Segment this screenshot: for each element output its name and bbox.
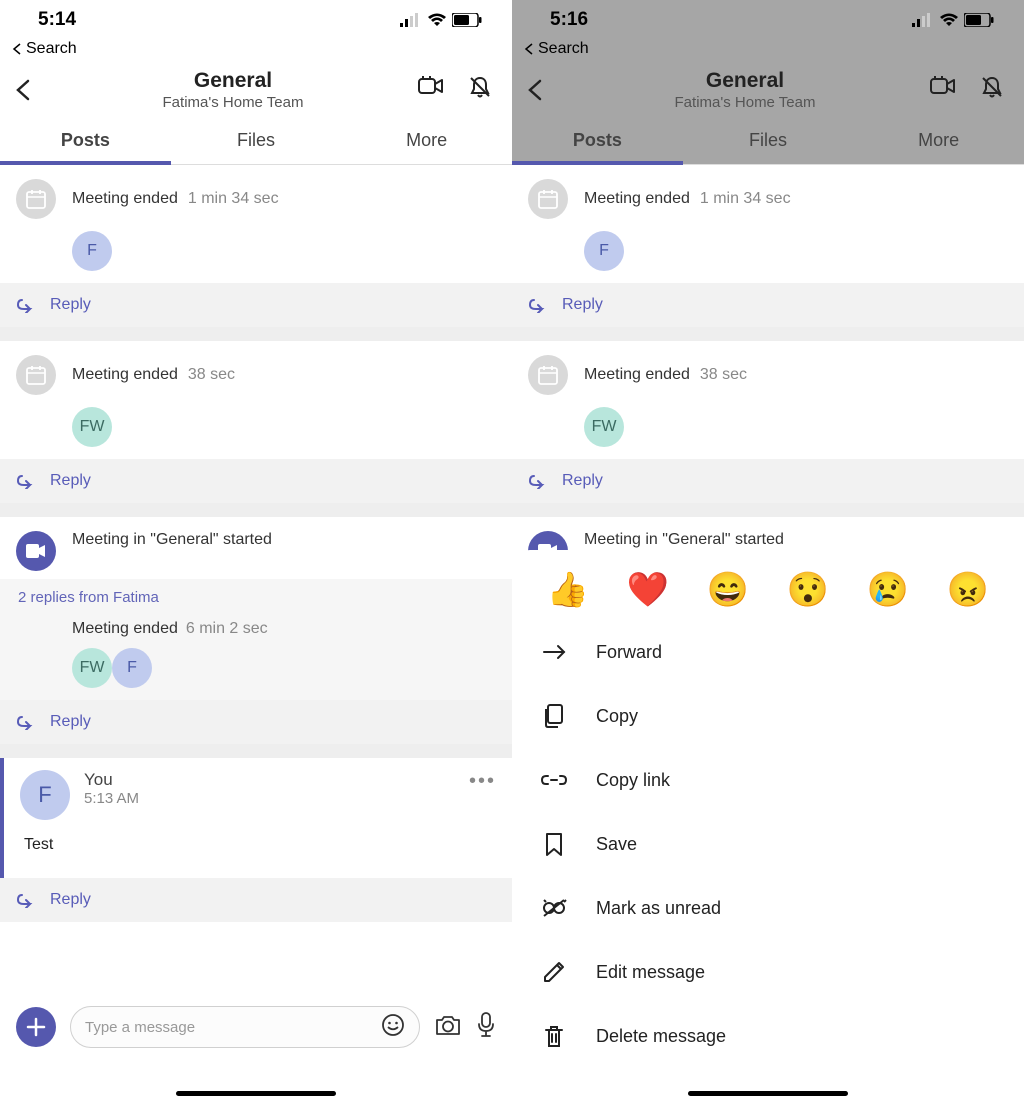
- posts-feed: Meeting ended 1 min 34 sec F Reply Meeti…: [512, 165, 1024, 579]
- battery-icon: [452, 13, 482, 27]
- meeting-post[interactable]: Meeting ended 1 min 34 sec F: [0, 165, 512, 283]
- reply-button[interactable]: Reply: [512, 283, 1024, 327]
- status-bar: 5:16: [512, 0, 1024, 40]
- message-body: Test: [0, 832, 512, 878]
- team-name: Fatima's Home Team: [56, 94, 410, 111]
- meeting-post[interactable]: Meeting ended 38 sec FW: [0, 341, 512, 459]
- emoji-icon[interactable]: [381, 1013, 405, 1041]
- avatar: F: [72, 231, 112, 271]
- battery-icon: [964, 13, 994, 27]
- calendar-icon: [16, 179, 56, 219]
- channel-title: General: [56, 69, 410, 93]
- status-icons: [400, 13, 482, 27]
- meeting-duration: 38 sec: [188, 366, 235, 384]
- replies-summary[interactable]: 2 replies from Fatima: [0, 579, 512, 612]
- action-mark-unread[interactable]: Mark as unread: [512, 876, 1024, 940]
- notifications-off-icon[interactable]: [468, 75, 492, 104]
- message-time: 5:13 AM: [84, 790, 455, 807]
- reaction-sad[interactable]: 😢: [867, 570, 909, 610]
- channel-title: General: [568, 69, 922, 93]
- microphone-icon[interactable]: [476, 1011, 496, 1044]
- team-name: Fatima's Home Team: [568, 94, 922, 111]
- signal-icon: [912, 13, 934, 27]
- avatar: FW: [584, 407, 624, 447]
- message-more-icon[interactable]: •••: [469, 770, 496, 820]
- avatar: FW: [72, 407, 112, 447]
- reaction-bar: 👍 ❤️ 😄 😯 😢 😠: [512, 550, 1024, 620]
- reply-button[interactable]: Reply: [0, 283, 512, 327]
- meeting-title: Meeting ended: [72, 190, 178, 208]
- message-placeholder: Type a message: [85, 1019, 371, 1036]
- camera-icon[interactable]: [434, 1013, 462, 1042]
- wifi-icon: [939, 13, 959, 27]
- posts-feed: Meeting ended 1 min 34 sec F Reply Meeti…: [0, 165, 512, 922]
- avatar: F: [20, 770, 70, 820]
- channel-header: General Fatima's Home Team: [512, 62, 1024, 117]
- tab-more[interactable]: More: [341, 117, 512, 164]
- meeting-post[interactable]: Meeting in "General" started: [0, 517, 512, 579]
- reaction-surprised[interactable]: 😯: [787, 570, 829, 610]
- meeting-duration: 1 min 34 sec: [188, 190, 279, 208]
- meeting-title: Meeting ended: [72, 366, 178, 384]
- calendar-icon: [16, 355, 56, 395]
- reply-button[interactable]: Reply: [0, 459, 512, 503]
- home-indicator[interactable]: [688, 1091, 848, 1096]
- avatar: FW: [72, 648, 112, 688]
- action-copy[interactable]: Copy: [512, 684, 1024, 748]
- action-edit-message[interactable]: Edit message: [512, 940, 1024, 1004]
- meeting-post[interactable]: Meeting ended 1 min 34 sec F: [512, 165, 1024, 283]
- reaction-heart[interactable]: ❤️: [627, 570, 669, 610]
- action-delete-message[interactable]: Delete message: [512, 1004, 1024, 1068]
- right-screenshot: 5:16 Search General Fatima's Home Team P…: [512, 0, 1024, 1108]
- back-button[interactable]: [526, 78, 560, 102]
- reaction-like[interactable]: 👍: [547, 570, 589, 610]
- wifi-icon: [427, 13, 447, 27]
- left-screenshot: 5:14 Search General Fatima's Home Team P…: [0, 0, 512, 1108]
- message-action-sheet: 👍 ❤️ 😄 😯 😢 😠 Forward Copy Copy link Save…: [512, 550, 1024, 1108]
- tab-posts[interactable]: Posts: [0, 117, 171, 164]
- tab-more[interactable]: More: [853, 117, 1024, 164]
- video-call-icon[interactable]: [930, 75, 956, 104]
- your-message[interactable]: F You 5:13 AM •••: [0, 758, 512, 832]
- nested-meeting: Meeting ended6 min 2 sec: [0, 612, 512, 642]
- notifications-off-icon[interactable]: [980, 75, 1004, 104]
- back-button[interactable]: [14, 78, 48, 102]
- home-indicator[interactable]: [176, 1091, 336, 1096]
- back-to-search[interactable]: Search: [0, 40, 512, 62]
- channel-header: General Fatima's Home Team: [0, 62, 512, 117]
- calendar-icon: [528, 355, 568, 395]
- avatar: F: [584, 231, 624, 271]
- video-call-icon[interactable]: [418, 75, 444, 104]
- meeting-post[interactable]: Meeting ended 38 sec FW: [512, 341, 1024, 459]
- message-input[interactable]: Type a message: [70, 1006, 420, 1048]
- video-calendar-icon: [16, 531, 56, 571]
- reaction-angry[interactable]: 😠: [947, 570, 989, 610]
- tab-files[interactable]: Files: [171, 117, 342, 164]
- action-copy-link[interactable]: Copy link: [512, 748, 1024, 812]
- channel-tabs: Posts Files More: [512, 117, 1024, 165]
- tab-posts[interactable]: Posts: [512, 117, 683, 164]
- reaction-laugh[interactable]: 😄: [707, 570, 749, 610]
- signal-icon: [400, 13, 422, 27]
- back-to-search[interactable]: Search: [512, 40, 1024, 62]
- status-bar: 5:14: [0, 0, 512, 40]
- calendar-icon: [528, 179, 568, 219]
- avatar: F: [112, 648, 152, 688]
- reply-button[interactable]: Reply: [0, 700, 512, 744]
- reply-button[interactable]: Reply: [0, 878, 512, 922]
- reply-button[interactable]: Reply: [512, 459, 1024, 503]
- channel-tabs: Posts Files More: [0, 117, 512, 165]
- meeting-started-text: Meeting in "General" started: [72, 531, 272, 571]
- status-time: 5:14: [38, 9, 76, 31]
- action-save[interactable]: Save: [512, 812, 1024, 876]
- action-forward[interactable]: Forward: [512, 620, 1024, 684]
- status-time: 5:16: [550, 9, 588, 31]
- author-name: You: [84, 770, 455, 790]
- status-icons: [912, 13, 994, 27]
- add-attachment-button[interactable]: [16, 1007, 56, 1047]
- tab-files[interactable]: Files: [683, 117, 854, 164]
